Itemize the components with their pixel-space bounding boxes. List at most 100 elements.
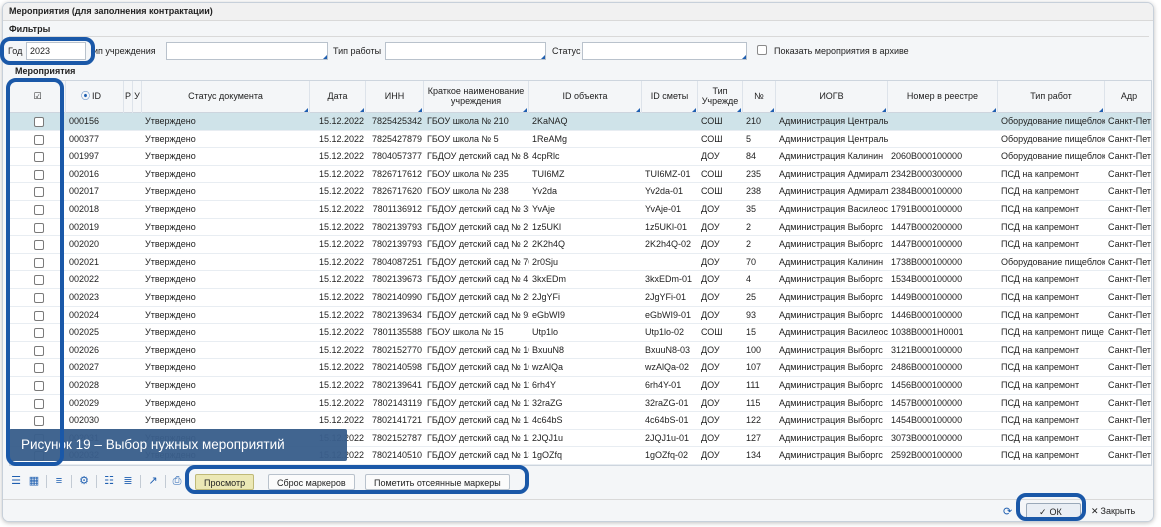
header-p[interactable]: Р bbox=[124, 81, 133, 113]
row-checkbox[interactable] bbox=[10, 201, 66, 218]
table-row[interactable]: 000377 Утверждено 15.12.2022 7825427879 ГБОУ… bbox=[10, 131, 1151, 149]
table-row[interactable]: 001997 Утверждено 15.12.2022 7804057377 ГБДО… bbox=[10, 148, 1151, 166]
row-checkbox[interactable] bbox=[10, 148, 66, 165]
table-row[interactable]: 002027 Утверждено 15.12.2022 7802140598 ГБДО… bbox=[10, 359, 1151, 377]
table-row[interactable]: 002020 Утверждено 15.12.2022 7802139793 ГБДО… bbox=[10, 236, 1151, 254]
row-checkbox[interactable] bbox=[10, 342, 66, 359]
checkbox[interactable] bbox=[33, 169, 44, 180]
table-row[interactable]: 002030 Утверждено 15.12.2022 7802141721 ГБДО… bbox=[10, 412, 1151, 430]
table-row[interactable]: 002021 Утверждено 15.12.2022 7804087251 ГБДО… bbox=[10, 254, 1151, 272]
cell-iogv: Администрация Выборгс bbox=[779, 380, 883, 390]
header-address[interactable]: Адр bbox=[1105, 81, 1151, 113]
row-checkbox[interactable] bbox=[10, 254, 66, 271]
checkbox[interactable] bbox=[33, 205, 44, 215]
checkbox[interactable] bbox=[33, 222, 44, 233]
row-checkbox[interactable] bbox=[10, 307, 66, 324]
checkbox[interactable] bbox=[33, 310, 44, 321]
row-checkbox[interactable] bbox=[10, 377, 66, 394]
checkbox[interactable] bbox=[33, 117, 44, 127]
year-field[interactable]: 2023 bbox=[26, 42, 86, 60]
checkbox[interactable] bbox=[33, 275, 44, 286]
filter-icon[interactable]: ≡ bbox=[52, 474, 66, 488]
ok-button[interactable]: ✓ ОК bbox=[1026, 503, 1081, 520]
cell-work-type: ПСД на капремонт bbox=[1001, 380, 1080, 390]
checkbox[interactable] bbox=[33, 187, 44, 198]
table-row[interactable]: 002016 Утверждено 15.12.2022 7826717612 ГБОУ… bbox=[10, 166, 1151, 184]
row-checkbox[interactable] bbox=[10, 236, 66, 253]
cell-date: 15.12.2022 bbox=[318, 309, 364, 320]
header-estimate-id[interactable]: ID сметы bbox=[642, 81, 698, 113]
header-u[interactable]: У bbox=[133, 81, 142, 113]
checkbox[interactable] bbox=[33, 240, 44, 251]
row-checkbox[interactable] bbox=[10, 359, 66, 376]
checkbox[interactable] bbox=[33, 257, 44, 268]
row-checkbox[interactable] bbox=[10, 271, 66, 288]
table-view-icon[interactable]: ▦ bbox=[27, 474, 41, 488]
header-work-type[interactable]: Тип работ bbox=[998, 81, 1105, 113]
row-checkbox[interactable] bbox=[10, 166, 66, 183]
header-status[interactable]: Статус документа bbox=[142, 81, 310, 113]
checkbox[interactable] bbox=[33, 152, 44, 163]
columns-icon[interactable]: ☷ bbox=[102, 474, 116, 488]
checkbox[interactable] bbox=[33, 134, 44, 145]
table-row[interactable]: 002028 Утверждено 15.12.2022 7802139641 ГБДО… bbox=[10, 377, 1151, 395]
header-select-all[interactable]: ☑ bbox=[10, 81, 66, 113]
table-row[interactable]: 002018 Утверждено 15.12.2022 7801136912 ГБДО… bbox=[10, 201, 1151, 219]
table-row[interactable]: 002017 Утверждено 15.12.2022 7826717620 ГБОУ… bbox=[10, 183, 1151, 201]
header-org-type[interactable]: Тип Учрежде bbox=[698, 81, 743, 113]
table-row[interactable]: 002029 Утверждено 15.12.2022 7802143119 ГБДО… bbox=[10, 395, 1151, 413]
view-button[interactable]: Просмотр bbox=[195, 474, 255, 490]
org-type-field[interactable] bbox=[166, 42, 328, 60]
table-row[interactable]: 002019 Утверждено 15.12.2022 7802139793 ГБДО… bbox=[10, 219, 1151, 237]
list-view-icon[interactable]: ☰ bbox=[9, 474, 23, 488]
checkbox[interactable] bbox=[33, 416, 44, 427]
work-type-field[interactable] bbox=[385, 42, 546, 60]
refresh-icon[interactable]: ⟳ bbox=[1003, 505, 1012, 518]
table-row[interactable]: 002024 Утверждено 15.12.2022 7802139634 ГБДО… bbox=[10, 307, 1151, 325]
cell-date: 15.12.2022 bbox=[318, 239, 364, 250]
header-date[interactable]: Дата bbox=[310, 81, 366, 113]
header-short-name[interactable]: Краткое наименование учреждения bbox=[424, 81, 529, 113]
row-checkbox[interactable] bbox=[10, 395, 66, 412]
header-id[interactable]: ⦿ ID bbox=[66, 81, 124, 113]
checkbox[interactable] bbox=[33, 381, 44, 391]
close-button[interactable]: ✕ Закрыть bbox=[1091, 506, 1135, 517]
cell-inn: 7802152787 bbox=[371, 432, 422, 443]
status-field[interactable] bbox=[582, 42, 747, 60]
cell-org-type: ДОУ bbox=[701, 151, 720, 162]
reset-markers-button[interactable]: Сброс маркеров bbox=[268, 474, 355, 490]
sort-list-icon[interactable]: ≣ bbox=[121, 474, 135, 488]
archive-checkbox[interactable] bbox=[757, 45, 767, 57]
row-checkbox[interactable] bbox=[10, 131, 66, 148]
gear-icon[interactable]: ⚙ bbox=[77, 474, 91, 488]
checkbox[interactable] bbox=[33, 328, 44, 339]
header-registry[interactable]: Номер в реестре bbox=[888, 81, 998, 113]
cell-work-type: Оборудование пищеблок bbox=[1001, 133, 1105, 144]
row-checkbox[interactable] bbox=[10, 412, 66, 429]
row-checkbox[interactable] bbox=[10, 113, 66, 130]
cell-short-name: ГБДОУ детский сад № 35 bbox=[427, 204, 529, 214]
table-row[interactable]: 002023 Утверждено 15.12.2022 7802140990 ГБДО… bbox=[10, 289, 1151, 307]
header-object-id[interactable]: ID объекта bbox=[529, 81, 642, 113]
header-num[interactable]: № bbox=[743, 81, 776, 113]
table-row[interactable]: 002022 Утверждено 15.12.2022 7802139673 ГБДО… bbox=[10, 271, 1151, 289]
checkbox[interactable] bbox=[33, 398, 44, 409]
cell-registry: 1446B000100000 bbox=[891, 309, 963, 320]
header-inn[interactable]: ИНН bbox=[366, 81, 424, 113]
checkbox[interactable] bbox=[33, 345, 44, 356]
table-row[interactable]: 000156 Утверждено 15.12.2022 7825425342 ГБОУ… bbox=[10, 113, 1151, 131]
cell-registry: 1038B0001H0001 bbox=[891, 327, 964, 338]
table-row[interactable]: 002026 Утверждено 15.12.2022 7802152770 ГБДО… bbox=[10, 342, 1151, 360]
row-checkbox[interactable] bbox=[10, 324, 66, 341]
row-checkbox[interactable] bbox=[10, 183, 66, 200]
export-icon[interactable]: ↗ bbox=[146, 474, 160, 488]
header-iogv[interactable]: ИОГВ bbox=[776, 81, 888, 113]
print-icon[interactable]: ⎙ bbox=[170, 474, 184, 488]
checkbox[interactable] bbox=[33, 293, 44, 303]
mark-filtered-button[interactable]: Пометить отсеянные маркеры bbox=[365, 474, 510, 490]
row-checkbox[interactable] bbox=[10, 289, 66, 306]
cell-status: Утверждено bbox=[145, 292, 196, 302]
row-checkbox[interactable] bbox=[10, 219, 66, 236]
table-row[interactable]: 002025 Утверждено 15.12.2022 7801135588 ГБОУ… bbox=[10, 324, 1151, 342]
checkbox[interactable] bbox=[33, 363, 44, 374]
